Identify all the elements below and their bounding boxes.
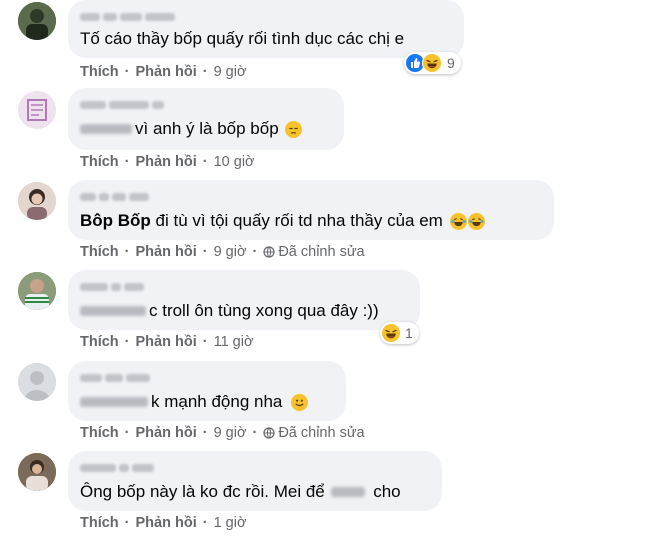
- avatar[interactable]: [18, 91, 56, 129]
- reply-button[interactable]: Phản hồi: [136, 515, 197, 531]
- edited-label[interactable]: Đã chỉnh sửa: [278, 425, 364, 441]
- avatar[interactable]: [18, 453, 56, 491]
- comment-bubble: Bôp Bốp đi tù vì tội quấy rối td nha thầ…: [68, 180, 554, 240]
- comment-bubble: vì anh ý là bốp bốp: [68, 88, 344, 150]
- comment-bubble: k mạnh động nha: [68, 361, 346, 421]
- mentioned-name[interactable]: Bôp Bốp: [80, 211, 151, 230]
- author-name-redacted[interactable]: [80, 369, 332, 387]
- comment-actions: Thích · Phản hồi · 9 giờ · Đã chỉnh sửa: [80, 425, 365, 441]
- comment-timestamp[interactable]: 9 giờ: [214, 244, 247, 260]
- reaction-count: 1: [405, 325, 413, 341]
- comment-actions: Thích · Phản hồi · 10 giờ: [80, 154, 255, 170]
- like-button[interactable]: Thích: [80, 515, 119, 531]
- author-name-redacted[interactable]: [80, 459, 428, 477]
- like-button[interactable]: Thích: [80, 64, 119, 80]
- reply-button[interactable]: Phản hồi: [136, 154, 197, 170]
- edited-globe-icon: [263, 427, 275, 439]
- reaction-summary[interactable]: 1: [380, 322, 419, 344]
- comment-text: c troll ôn tùng xong qua đây :)): [80, 300, 406, 322]
- like-button[interactable]: Thích: [80, 334, 119, 350]
- comment-actions: Thích · Phản hồi · 1 giờ: [80, 515, 247, 531]
- comment-text: Bôp Bốp đi tù vì tội quấy rối td nha thầ…: [80, 210, 540, 232]
- reply-button[interactable]: Phản hồi: [136, 425, 197, 441]
- reply-button[interactable]: Phản hồi: [136, 64, 197, 80]
- comment-actions: Thích · Phản hồi · 9 giờ · Đã chỉnh sửa: [80, 244, 365, 260]
- comment-text: Ông bốp này là ko đc rồi. Mei để cho: [80, 482, 401, 501]
- author-name-redacted[interactable]: [80, 96, 330, 114]
- reaction-summary[interactable]: 9: [404, 52, 461, 74]
- author-name-redacted[interactable]: [80, 188, 540, 206]
- avatar[interactable]: [18, 363, 56, 401]
- pensive-face-icon: [285, 121, 303, 139]
- edited-globe-icon: [263, 246, 275, 258]
- redacted-text: [80, 396, 148, 407]
- comment-timestamp[interactable]: 1 giờ: [214, 515, 247, 531]
- like-button[interactable]: Thích: [80, 244, 119, 260]
- smiling-face-icon: [291, 394, 309, 412]
- redacted-text: [80, 305, 146, 316]
- comment-text: k mạnh động nha: [80, 391, 332, 413]
- comment-timestamp[interactable]: 10 giờ: [214, 154, 255, 170]
- reply-button[interactable]: Phản hồi: [136, 334, 197, 350]
- comment-timestamp[interactable]: 9 giờ: [214, 64, 247, 80]
- avatar[interactable]: [18, 182, 56, 220]
- reaction-count: 9: [447, 55, 455, 71]
- comment-text: vì anh ý là bốp bốp: [80, 118, 330, 140]
- author-name-redacted[interactable]: [80, 8, 450, 26]
- comment-bubble: Ông bốp này là ko đc rồi. Mei để cho: [68, 451, 442, 511]
- comment-actions: Thích · Phản hồi · 9 giờ: [80, 64, 247, 80]
- redacted-text: [80, 123, 132, 134]
- haha-icon: [422, 53, 442, 73]
- comment-bubble: c troll ôn tùng xong qua đây :)): [68, 270, 420, 330]
- comment-timestamp[interactable]: 9 giờ: [214, 425, 247, 441]
- haha-icon: [382, 324, 400, 342]
- laughing-crying-icon: [449, 213, 485, 231]
- avatar[interactable]: [18, 272, 56, 310]
- like-button[interactable]: Thích: [80, 154, 119, 170]
- edited-label[interactable]: Đã chỉnh sửa: [278, 244, 364, 260]
- comment-bubble: Tố cáo thầy bốp quấy rối tình dục các ch…: [68, 0, 464, 58]
- author-name-redacted[interactable]: [80, 278, 406, 296]
- comment-actions: Thích · Phản hồi · 11 giờ: [80, 334, 254, 350]
- like-button[interactable]: Thích: [80, 425, 119, 441]
- redacted-text: [331, 486, 366, 497]
- comment-text: Tố cáo thầy bốp quấy rối tình dục các ch…: [80, 29, 405, 48]
- reply-button[interactable]: Phản hồi: [136, 244, 197, 260]
- comment-timestamp[interactable]: 11 giờ: [214, 334, 254, 350]
- avatar[interactable]: [18, 2, 56, 40]
